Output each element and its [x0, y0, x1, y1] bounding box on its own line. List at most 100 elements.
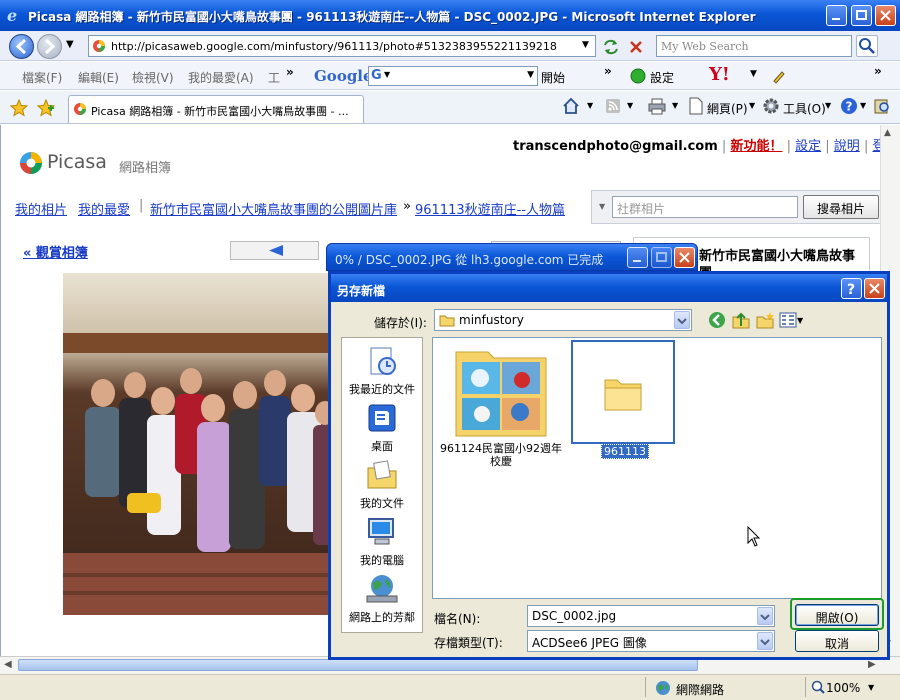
- help-dropdown-icon[interactable]: ▼: [860, 101, 866, 110]
- home-icon[interactable]: [562, 97, 580, 115]
- cancel-button[interactable]: 取消: [795, 630, 879, 652]
- nav-favorites[interactable]: 我的最愛: [78, 199, 130, 218]
- save-in-combo[interactable]: minfustory: [434, 309, 692, 331]
- refresh-icon[interactable]: [602, 38, 620, 56]
- home-dropdown-icon[interactable]: ▼: [587, 101, 593, 110]
- stop-icon[interactable]: [627, 38, 645, 56]
- filetype-dropdown-button[interactable]: [757, 632, 773, 650]
- view-menu-icon[interactable]: [779, 311, 797, 329]
- download-progress-window[interactable]: 0% / DSC_0002.JPG 從 lh3.google.com 已完成: [326, 243, 698, 271]
- history-dropdown-icon[interactable]: ▼: [66, 39, 74, 50]
- highlighter-icon[interactable]: [771, 68, 787, 84]
- breadcrumb-gallery[interactable]: 新竹市民富國小大嘴鳥故事團的公開圖片庫: [150, 199, 397, 218]
- tab-picasa[interactable]: Picasa 網路相簿 - 新竹市民富國小大嘴鳥故事團 - ...: [68, 95, 364, 123]
- place-network[interactable]: 網路上的芳鄰: [342, 572, 422, 625]
- dialog-close-button[interactable]: [864, 278, 885, 299]
- folder-item[interactable]: 961124民富國小92週年校慶: [437, 342, 565, 468]
- previous-arrow-icon: [269, 245, 283, 256]
- maximize-icon: [856, 10, 867, 20]
- back-to-album-link[interactable]: « 觀賞相簿: [23, 242, 88, 261]
- toolbar-settings-button[interactable]: 設定: [650, 69, 674, 86]
- rss-dropdown-icon[interactable]: ▼: [627, 101, 633, 110]
- settings-link[interactable]: 設定: [795, 139, 821, 154]
- nav-my-photos[interactable]: 我的相片: [15, 199, 67, 218]
- yahoo-overflow-icon[interactable]: »: [874, 64, 882, 78]
- help-link[interactable]: 說明: [834, 139, 860, 154]
- place-my-documents[interactable]: 我的文件: [342, 458, 422, 511]
- progress-close-button[interactable]: [674, 247, 695, 268]
- horizontal-scroll-thumb[interactable]: [18, 659, 698, 671]
- close-window-button[interactable]: [875, 5, 896, 26]
- dialog-help-button[interactable]: ?: [841, 278, 862, 299]
- url-dropdown-icon[interactable]: ▼: [582, 40, 589, 50]
- search-photos-button[interactable]: 搜尋相片: [803, 195, 879, 219]
- open-button[interactable]: 開啟(O): [795, 604, 879, 626]
- google-search-input[interactable]: G ▼ ▼: [368, 66, 538, 86]
- google-history-dropdown-icon[interactable]: ▼: [527, 70, 534, 80]
- google-search-button[interactable]: 開始: [541, 69, 565, 86]
- tools-dropdown-icon[interactable]: ▼: [825, 101, 831, 110]
- web-search-input[interactable]: My Web Search: [656, 35, 852, 57]
- up-folder-icon[interactable]: [731, 310, 751, 330]
- page-menu-button[interactable]: 網頁(P): [707, 100, 748, 117]
- place-recent-documents[interactable]: 我最近的文件: [342, 344, 422, 397]
- minimize-button[interactable]: [826, 5, 847, 26]
- maximize-button[interactable]: [851, 5, 872, 26]
- google-dropdown-icon[interactable]: ▼: [384, 70, 390, 79]
- print-dropdown-icon[interactable]: ▼: [672, 101, 678, 110]
- filename-input[interactable]: DSC_0002.jpg: [527, 605, 775, 627]
- minimize-icon: [832, 18, 840, 20]
- account-email: transcendphoto@gmail.com: [513, 139, 718, 154]
- address-field[interactable]: http://picasaweb.google.com/minfustory/9…: [88, 35, 596, 57]
- zoom-level[interactable]: 100%: [826, 681, 860, 695]
- help-icon[interactable]: ?: [840, 97, 858, 115]
- picasa-logo-icon[interactable]: [19, 151, 43, 175]
- menu-edit[interactable]: 編輯(E): [78, 69, 119, 86]
- album-photo[interactable]: [63, 273, 335, 615]
- progress-minimize-button[interactable]: [627, 247, 648, 268]
- menu-view[interactable]: 檢視(V): [132, 69, 174, 86]
- print-icon[interactable]: [648, 97, 666, 115]
- new-feature-link[interactable]: 新功能！: [730, 139, 782, 154]
- account-bar: transcendphoto@gmail.com | 新功能！ | 設定 | 說…: [513, 135, 880, 154]
- scroll-left-icon[interactable]: ◀: [4, 659, 12, 670]
- logout-link[interactable]: 登出: [872, 139, 880, 154]
- breadcrumb-album[interactable]: 961113秋遊南庄--人物篇: [415, 199, 565, 218]
- menu-tools-truncated[interactable]: 工: [268, 69, 280, 86]
- community-search-input[interactable]: 社群相片: [612, 196, 798, 218]
- filename-dropdown-button[interactable]: [757, 607, 773, 625]
- previous-photo-button[interactable]: [230, 241, 319, 260]
- place-my-computer[interactable]: 我的電腦: [342, 515, 422, 568]
- page-dropdown-icon[interactable]: ▼: [749, 101, 755, 110]
- rss-feed-icon[interactable]: [605, 98, 621, 114]
- new-folder-icon[interactable]: [755, 310, 775, 330]
- tools-menu-button[interactable]: 工具(O): [783, 100, 826, 117]
- progress-maximize-button[interactable]: [651, 247, 672, 268]
- view-menu-dropdown-icon[interactable]: ▼: [797, 316, 803, 325]
- scroll-right-icon[interactable]: ▶: [868, 659, 876, 670]
- menu-overflow-icon[interactable]: »: [286, 65, 294, 79]
- filename-label: 檔名(N):: [434, 612, 481, 626]
- scroll-up-icon[interactable]: ▲: [884, 128, 891, 138]
- filetype-select[interactable]: ACDSee6 JPEG 圖像: [527, 630, 775, 652]
- file-list[interactable]: 961124民富國小92週年校慶 961113: [432, 337, 882, 599]
- search-go-button[interactable]: [856, 35, 878, 57]
- download-progress-title: 0% / DSC_0002.JPG 從 lh3.google.com 已完成: [335, 253, 604, 267]
- save-in-dropdown-button[interactable]: [674, 311, 690, 329]
- forward-button[interactable]: [37, 34, 62, 59]
- yahoo-logo[interactable]: Y!: [709, 64, 730, 85]
- folder-item-selected[interactable]: [571, 340, 675, 444]
- favorites-star-icon[interactable]: [10, 99, 28, 117]
- menu-file[interactable]: 檔案(F): [22, 69, 62, 86]
- google-overflow-icon[interactable]: »: [604, 64, 612, 78]
- research-icon[interactable]: [873, 97, 891, 115]
- community-search-dropdown-icon[interactable]: ▼: [599, 202, 605, 211]
- save-in-value: minfustory: [459, 313, 524, 327]
- zoom-dropdown-icon[interactable]: ▼: [868, 683, 874, 692]
- back-button[interactable]: [9, 34, 34, 59]
- yahoo-dropdown-icon[interactable]: ▼: [750, 69, 757, 79]
- menu-favorites[interactable]: 我的最愛(A): [188, 69, 254, 86]
- place-desktop[interactable]: 桌面: [342, 401, 422, 454]
- add-favorite-icon[interactable]: [37, 99, 55, 117]
- back-folder-icon[interactable]: [708, 311, 726, 329]
